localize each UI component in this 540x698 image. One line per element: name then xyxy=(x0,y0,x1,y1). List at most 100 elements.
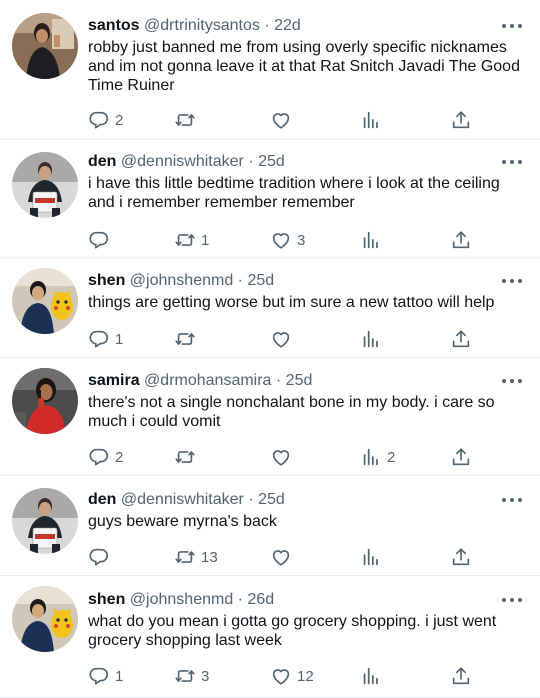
retweet-icon xyxy=(174,328,196,350)
views-icon xyxy=(360,229,382,251)
share-icon xyxy=(450,546,472,568)
separator: · xyxy=(259,17,275,34)
separator: · xyxy=(243,153,259,170)
tweet[interactable]: shen @johnshenmd · 26d what do you mean … xyxy=(0,576,540,698)
avatar[interactable] xyxy=(12,268,78,334)
like-button[interactable] xyxy=(270,108,297,132)
reply-button[interactable]: 2 xyxy=(88,445,123,469)
retweet-button[interactable]: 1 xyxy=(174,228,209,252)
reply-button[interactable]: 2 xyxy=(88,108,123,132)
share-icon xyxy=(450,229,472,251)
handle[interactable]: @denniswhitaker xyxy=(121,153,244,170)
share-button[interactable] xyxy=(450,545,472,569)
like-button[interactable] xyxy=(270,445,297,469)
views-button[interactable] xyxy=(360,228,387,252)
display-name[interactable]: den xyxy=(88,153,116,170)
handle[interactable]: @drmohansamira xyxy=(144,372,271,389)
like-icon xyxy=(270,328,292,350)
views-icon xyxy=(360,546,382,568)
tweet[interactable]: shen @johnshenmd · 25d things are gettin… xyxy=(0,258,540,358)
like-button[interactable]: 3 xyxy=(270,228,305,252)
reply-count: 1 xyxy=(115,330,124,348)
handle[interactable]: @johnshenmd xyxy=(130,591,233,608)
like-button[interactable] xyxy=(270,327,297,351)
reply-button[interactable]: 1 xyxy=(88,327,123,351)
views-count: 2 xyxy=(387,448,396,466)
tweet-actions: 1 3 12 xyxy=(0,664,540,688)
retweet-button[interactable] xyxy=(174,327,201,351)
reply-button[interactable] xyxy=(88,545,115,569)
timestamp[interactable]: 22d xyxy=(274,17,301,34)
retweet-button[interactable]: 13 xyxy=(174,545,218,569)
reply-button[interactable] xyxy=(88,228,115,252)
tweet-text: i have this little bedtime tradition whe… xyxy=(88,175,500,211)
reply-icon xyxy=(88,446,110,468)
handle[interactable]: @johnshenmd xyxy=(130,272,233,289)
share-icon xyxy=(450,109,472,131)
retweet-button[interactable]: 3 xyxy=(174,664,209,688)
handle[interactable]: @drtrinitysantos xyxy=(144,17,260,34)
reply-icon xyxy=(88,109,110,131)
tweet[interactable]: samira @drmohansamira · 25d there's not … xyxy=(0,358,540,476)
share-icon xyxy=(450,446,472,468)
more-icon[interactable] xyxy=(502,373,522,389)
views-button[interactable]: 2 xyxy=(360,445,395,469)
timestamp[interactable]: 25d xyxy=(258,491,285,508)
share-button[interactable] xyxy=(450,327,472,351)
display-name[interactable]: samira xyxy=(88,372,140,389)
tweet-header: shen @johnshenmd · 25d xyxy=(88,271,510,291)
views-button[interactable] xyxy=(360,545,387,569)
retweet-button[interactable] xyxy=(174,108,201,132)
tweet-header: den @denniswhitaker · 25d xyxy=(88,152,510,172)
like-button[interactable]: 12 xyxy=(270,664,314,688)
more-icon[interactable] xyxy=(502,154,522,170)
tweet-actions: 13 xyxy=(0,545,540,569)
tweet[interactable]: den @denniswhitaker · 25d guys beware my… xyxy=(0,476,540,576)
separator: · xyxy=(233,591,248,608)
avatar[interactable] xyxy=(12,586,78,652)
share-icon xyxy=(450,665,472,687)
avatar[interactable] xyxy=(12,13,78,79)
display-name[interactable]: shen xyxy=(88,591,125,608)
tweet-actions: 1 3 xyxy=(0,228,540,252)
views-icon xyxy=(360,446,382,468)
share-button[interactable] xyxy=(450,445,472,469)
tweet-feed: santos @drtrinitysantos · 22d robby just… xyxy=(0,0,540,698)
more-icon[interactable] xyxy=(502,592,522,608)
retweet-icon xyxy=(174,665,196,687)
views-button[interactable] xyxy=(360,327,387,351)
views-icon xyxy=(360,328,382,350)
more-icon[interactable] xyxy=(502,273,522,289)
like-count: 3 xyxy=(297,231,306,249)
reply-count: 2 xyxy=(115,111,124,129)
like-button[interactable] xyxy=(270,545,297,569)
tweet-header: shen @johnshenmd · 26d xyxy=(88,590,510,610)
like-count: 12 xyxy=(297,667,314,685)
handle[interactable]: @denniswhitaker xyxy=(121,491,244,508)
timestamp[interactable]: 25d xyxy=(258,153,285,170)
avatar[interactable] xyxy=(12,368,78,434)
tweet[interactable]: santos @drtrinitysantos · 22d robby just… xyxy=(0,0,540,140)
retweet-icon xyxy=(174,229,196,251)
share-button[interactable] xyxy=(450,228,472,252)
timestamp[interactable]: 25d xyxy=(286,372,313,389)
avatar[interactable] xyxy=(12,152,78,218)
retweet-button[interactable] xyxy=(174,445,201,469)
views-button[interactable] xyxy=(360,108,387,132)
share-button[interactable] xyxy=(450,108,472,132)
reply-button[interactable]: 1 xyxy=(88,664,123,688)
retweet-count: 13 xyxy=(201,548,218,566)
more-icon[interactable] xyxy=(502,18,522,34)
tweet[interactable]: den @denniswhitaker · 25d i have this li… xyxy=(0,140,540,258)
timestamp[interactable]: 25d xyxy=(247,272,274,289)
more-icon[interactable] xyxy=(502,492,522,508)
views-icon xyxy=(360,665,382,687)
reply-count: 1 xyxy=(115,667,124,685)
display-name[interactable]: santos xyxy=(88,17,140,34)
display-name[interactable]: shen xyxy=(88,272,125,289)
tweet-actions: 1 xyxy=(0,327,540,351)
timestamp[interactable]: 26d xyxy=(247,591,274,608)
display-name[interactable]: den xyxy=(88,491,116,508)
share-button[interactable] xyxy=(450,664,472,688)
views-button[interactable] xyxy=(360,664,387,688)
